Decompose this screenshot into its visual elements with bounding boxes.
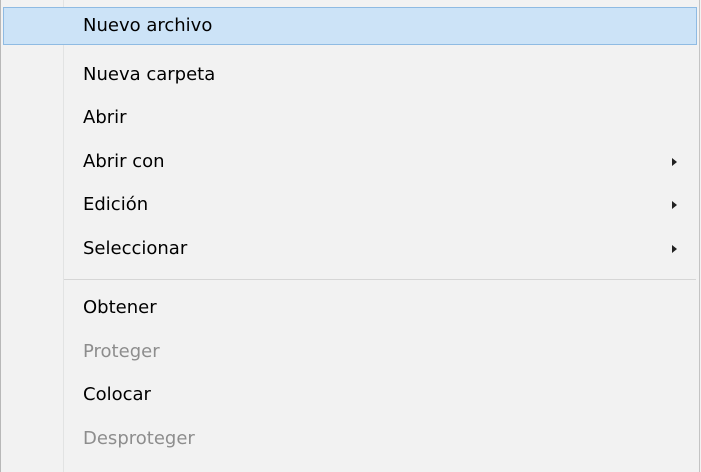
menu-item-edicion[interactable]: Edición: [3, 186, 697, 224]
menu-item-colocar[interactable]: Colocar: [3, 376, 697, 414]
menu-item-label: Nueva carpeta: [83, 64, 216, 85]
menu-border-right: [699, 0, 700, 472]
menu-item-label: Edición: [83, 194, 149, 215]
menu-item-seleccionar[interactable]: Seleccionar: [3, 230, 697, 268]
menu-item-label: Colocar: [83, 384, 151, 405]
menu-item-nueva-carpeta[interactable]: Nueva carpeta: [3, 56, 697, 94]
menu-item-label: Obtener: [83, 297, 157, 318]
submenu-arrow-icon: [672, 245, 677, 253]
menu-item-desproteger[interactable]: Desproteger: [3, 420, 697, 458]
submenu-arrow-icon: [672, 158, 677, 166]
menu-item-obtener[interactable]: Obtener: [3, 289, 697, 327]
menu-item-label: Nuevo archivo: [83, 15, 213, 36]
menu-item-abrir-con[interactable]: Abrir con: [3, 143, 697, 181]
menu-border-left: [0, 0, 1, 472]
menu-item-abrir[interactable]: Abrir: [3, 99, 697, 137]
menu-item-proteger[interactable]: Proteger: [3, 333, 697, 371]
menu-item-label: Desproteger: [83, 428, 195, 449]
menu-item-label: Abrir: [83, 107, 127, 128]
menu-item-label: Seleccionar: [83, 238, 188, 259]
menu-item-label: Abrir con: [83, 151, 165, 172]
submenu-arrow-icon: [672, 201, 677, 209]
menu-separator: [64, 279, 696, 280]
menu-item-label: Proteger: [83, 341, 160, 362]
context-menu: Nuevo archivo Nueva carpeta Abrir Abrir …: [0, 0, 701, 472]
menu-item-nuevo-archivo[interactable]: Nuevo archivo: [3, 7, 697, 45]
